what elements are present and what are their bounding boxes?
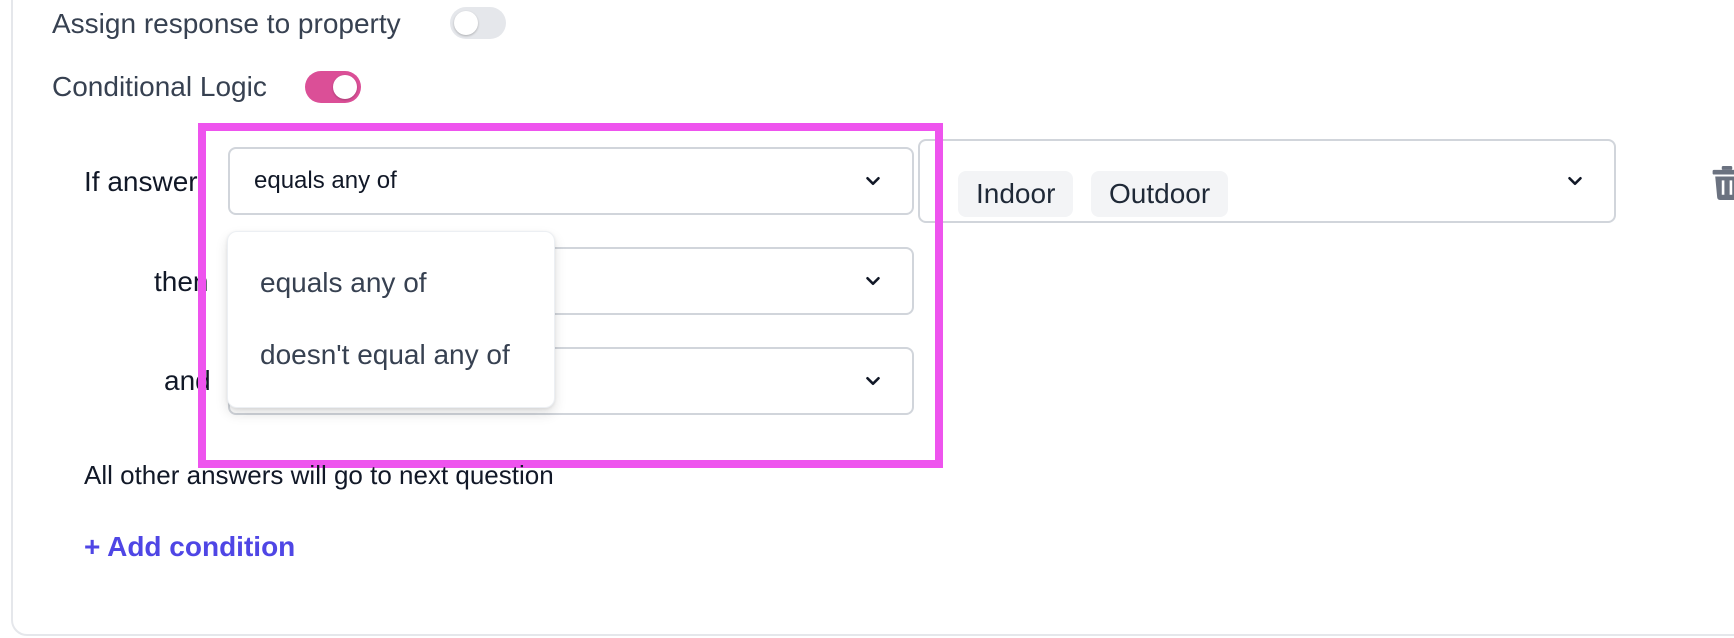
answer-chip-label: Indoor (976, 178, 1056, 209)
answers-multiselect[interactable]: Indoor Outdoor (918, 139, 1616, 223)
chevron-down-icon (866, 276, 880, 286)
operator-dropdown-menu: equals any of doesn't equal any of (227, 231, 555, 408)
operator-option-label: doesn't equal any of (260, 339, 510, 370)
chevron-down-icon (866, 376, 880, 386)
toggle-knob (333, 75, 357, 99)
operator-option[interactable]: equals any of (228, 250, 554, 316)
chevron-down-icon (866, 176, 880, 186)
operator-select-value: equals any of (254, 167, 397, 194)
if-answer-label: If answer (84, 166, 198, 197)
answer-chip[interactable]: Indoor (958, 171, 1074, 217)
fallback-text: All other answers will go to next questi… (84, 460, 554, 490)
add-condition-link[interactable]: + Add condition (84, 533, 295, 561)
operator-option[interactable]: doesn't equal any of (228, 322, 554, 388)
trash-icon[interactable] (1711, 166, 1734, 200)
answer-chip-label: Outdoor (1109, 178, 1211, 209)
assign-response-label: Assign response to property (52, 8, 401, 39)
conditional-logic-toggle[interactable] (305, 71, 361, 103)
operator-option-label: equals any of (260, 267, 427, 298)
answer-chip[interactable]: Outdoor (1091, 171, 1229, 217)
assign-response-toggle[interactable] (450, 7, 506, 39)
then-label: then (154, 266, 209, 297)
toggle-knob (454, 11, 478, 35)
chevron-down-icon (1568, 176, 1582, 186)
operator-select[interactable]: equals any of (228, 147, 914, 215)
and-label: and (164, 365, 211, 396)
conditional-logic-label: Conditional Logic (52, 71, 267, 102)
